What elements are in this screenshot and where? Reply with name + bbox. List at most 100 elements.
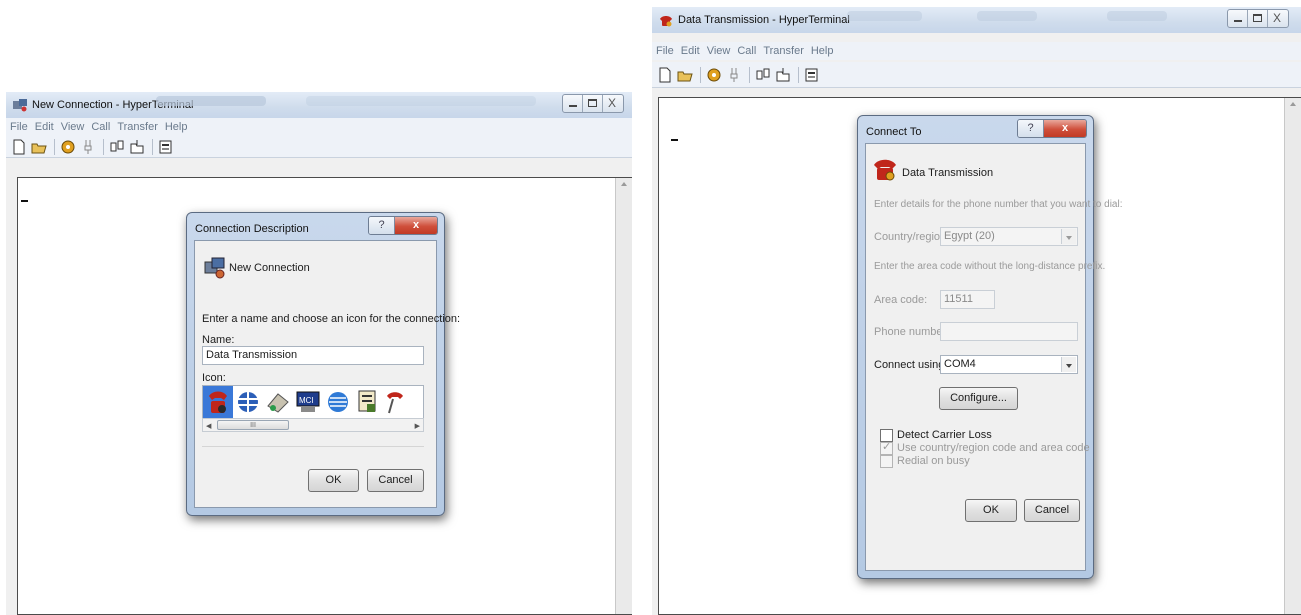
connect-to-dialog: Connect To ? x Data Transmission Enter d… xyxy=(857,115,1123,579)
connection-name: Data Transmission xyxy=(902,167,994,179)
menu-view[interactable]: View xyxy=(707,42,736,60)
notebook-icon[interactable] xyxy=(353,386,383,418)
right-terminal-area[interactable]: Connect To ? x Data Transmission Enter d… xyxy=(658,97,1301,615)
redial-checkbox[interactable] xyxy=(880,455,893,468)
menu-help[interactable]: Help xyxy=(165,118,193,136)
maximize-icon xyxy=(1253,14,1262,22)
terminal-cursor xyxy=(671,139,678,141)
ok-button[interactable]: OK xyxy=(965,499,1017,522)
open-icon[interactable] xyxy=(30,138,48,156)
dataset-icon[interactable] xyxy=(263,386,293,418)
att-icon[interactable] xyxy=(323,386,353,418)
hyperterminal-icon xyxy=(13,99,27,112)
icon-label: Icon: xyxy=(202,372,226,384)
globe-icon[interactable] xyxy=(233,386,263,418)
right-vertical-scrollbar[interactable] xyxy=(1284,98,1301,614)
name-label: Name: xyxy=(202,334,235,346)
menu-edit[interactable]: Edit xyxy=(681,42,705,60)
dialog-close-button[interactable]: x xyxy=(1044,120,1086,137)
ok-button[interactable]: OK xyxy=(308,469,359,492)
data-transmission-icon xyxy=(874,159,896,181)
right-toolbar xyxy=(652,62,1301,88)
send-icon[interactable] xyxy=(108,138,126,156)
disconnect-icon[interactable] xyxy=(725,66,743,84)
right-window: Data Transmission - HyperTerminal X File… xyxy=(652,7,1301,615)
mci-text: MCI xyxy=(299,396,314,405)
minimize-button[interactable] xyxy=(563,95,583,112)
left-menubar: File Edit View Call Transfer Help xyxy=(6,118,632,136)
call-icon[interactable] xyxy=(705,66,723,84)
cancel-button[interactable]: Cancel xyxy=(1024,499,1080,522)
dialog-separator xyxy=(202,446,424,447)
icon-list-scrollbar[interactable]: ◀ III ▶ xyxy=(202,418,424,432)
properties-icon[interactable] xyxy=(803,66,821,84)
phone-number-input[interactable] xyxy=(940,322,1078,341)
call-icon[interactable] xyxy=(59,138,77,156)
close-icon: X xyxy=(1273,11,1282,25)
left-vertical-scrollbar[interactable] xyxy=(615,178,632,614)
open-icon[interactable] xyxy=(676,66,694,84)
minimize-button[interactable] xyxy=(1228,10,1248,27)
menu-view[interactable]: View xyxy=(61,118,90,136)
menu-transfer[interactable]: Transfer xyxy=(763,42,809,60)
receive-icon[interactable] xyxy=(128,138,146,156)
send-icon[interactable] xyxy=(754,66,772,84)
phone-details-text: Enter details for the phone number that … xyxy=(874,199,1123,210)
phone-icon[interactable] xyxy=(203,386,233,418)
menu-file[interactable]: File xyxy=(10,118,33,136)
menu-call[interactable]: Call xyxy=(91,118,115,136)
toolbar-separator xyxy=(700,66,701,83)
toolbar-separator xyxy=(152,138,153,155)
area-code-hint: Enter the area code without the long-dis… xyxy=(874,261,1106,272)
cancel-button[interactable]: Cancel xyxy=(367,469,424,492)
new-icon[interactable] xyxy=(656,66,674,84)
dialog-title: Connection Description xyxy=(195,223,309,235)
title-blur xyxy=(156,96,266,106)
left-toolbar xyxy=(6,136,632,158)
use-country-checkbox[interactable]: ✓ xyxy=(880,441,893,455)
chevron-down-icon xyxy=(1061,229,1076,244)
new-icon[interactable] xyxy=(10,138,28,156)
name-input[interactable]: Data Transmission xyxy=(202,346,424,365)
scroll-thumb[interactable]: III xyxy=(217,420,289,430)
minimize-icon xyxy=(569,105,577,107)
close-button[interactable]: X xyxy=(1268,10,1288,27)
area-code-label: Area code: xyxy=(874,294,928,306)
dialog-title-buttons: ? x xyxy=(368,216,438,235)
disconnect-icon[interactable] xyxy=(79,138,97,156)
dialog-close-button[interactable]: x xyxy=(395,217,437,234)
menu-file[interactable]: File xyxy=(656,42,679,60)
area-code-input[interactable]: 11511 xyxy=(940,290,995,309)
left-terminal-area[interactable]: Connection Description ? x New Connectio… xyxy=(17,177,632,615)
right-titlebar: Data Transmission - HyperTerminal X xyxy=(652,7,1301,33)
properties-icon[interactable] xyxy=(157,138,175,156)
menu-edit[interactable]: Edit xyxy=(35,118,59,136)
menu-transfer[interactable]: Transfer xyxy=(117,118,163,136)
icon-list[interactable]: MCI xyxy=(202,385,424,419)
configure-button[interactable]: Configure... xyxy=(939,387,1018,410)
menu-call[interactable]: Call xyxy=(737,42,761,60)
dialog-body: Data Transmission Enter details for the … xyxy=(865,143,1123,571)
connect-using-select[interactable]: COM4 xyxy=(940,355,1078,374)
menu-help[interactable]: Help xyxy=(811,42,839,60)
right-menubar: File Edit View Call Transfer Help xyxy=(652,42,1301,60)
maximize-button[interactable] xyxy=(1248,10,1268,27)
left-titlebar: New Connection - HyperTerminal X xyxy=(6,92,632,118)
country-select[interactable]: Egypt (20) xyxy=(940,227,1078,246)
scroll-right-icon: ▶ xyxy=(414,423,420,430)
maximize-button[interactable] xyxy=(583,95,603,112)
phone-red-icon[interactable] xyxy=(383,386,407,418)
close-icon: X xyxy=(608,96,617,110)
dialog-title: Connect To xyxy=(866,126,922,138)
left-window: New Connection - HyperTerminal X File Ed… xyxy=(6,92,632,615)
mci-icon[interactable]: MCI xyxy=(293,386,323,418)
help-button[interactable]: ? xyxy=(1018,120,1044,137)
title-blur xyxy=(977,11,1037,21)
receive-icon[interactable] xyxy=(774,66,792,84)
toolbar-separator xyxy=(54,138,55,155)
detect-carrier-label: Detect Carrier Loss xyxy=(897,429,992,441)
close-button[interactable]: X xyxy=(603,95,623,112)
help-button[interactable]: ? xyxy=(369,217,395,234)
connect-using-label: Connect using: xyxy=(874,359,948,371)
country-value: Egypt (20) xyxy=(944,230,995,242)
